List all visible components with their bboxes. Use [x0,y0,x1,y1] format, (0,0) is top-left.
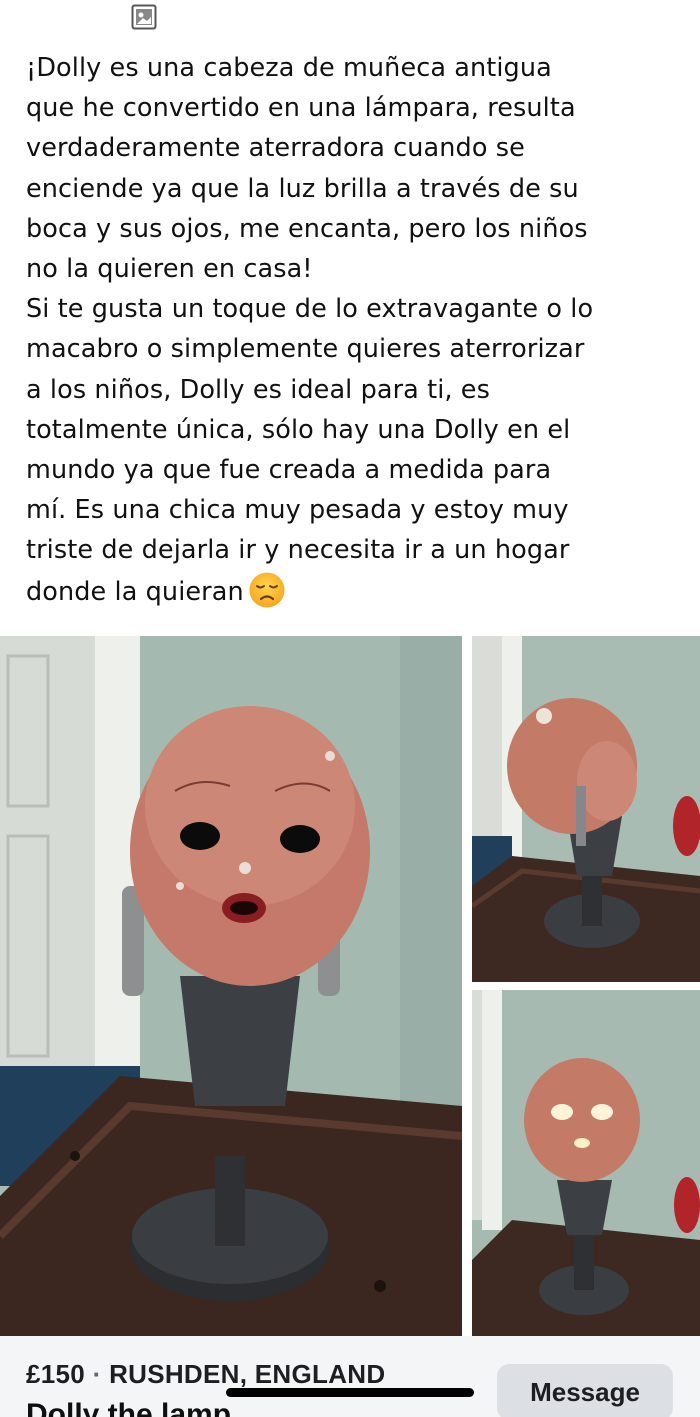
message-button[interactable]: Message [497,1364,673,1417]
listing-title[interactable]: Dolly the lamp [26,1398,231,1417]
post-description: ¡Dolly es una cabeza de muñeca antigua q… [26,48,686,612]
price-location: £150 · RUSHDEN, ENGLAND [26,1359,385,1390]
home-indicator [226,1388,474,1397]
disappointed-face-icon [249,572,285,608]
photo-doll-head-lamp-lit[interactable] [472,990,700,1336]
listing-footer: £150 · RUSHDEN, ENGLAND Dolly the lamp M… [0,1336,700,1417]
photo-doll-head-lamp-side[interactable] [472,636,700,982]
post-description-text: ¡Dolly es una cabeza de muñeca antigua q… [26,53,594,607]
separator: · [85,1359,110,1389]
photo-doll-head-lamp-front[interactable] [0,636,462,1336]
listing-location: RUSHDEN, ENGLAND [109,1359,386,1389]
image-frame-icon [131,4,157,30]
photo-gallery [0,636,700,1336]
listing-price: £150 [26,1359,86,1389]
